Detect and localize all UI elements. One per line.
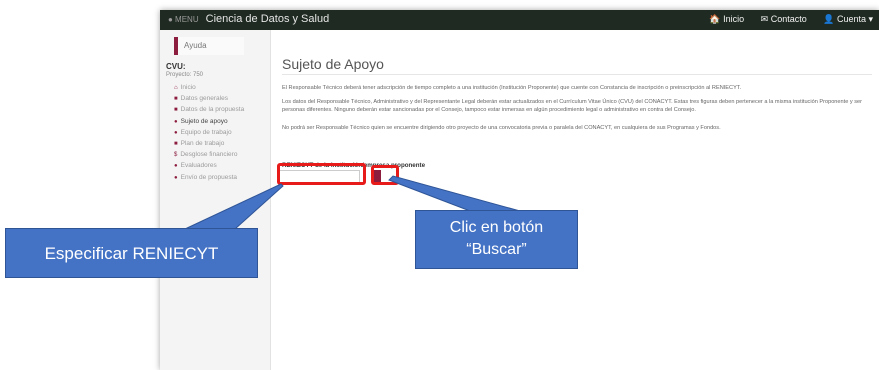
sidebar-item-inicio[interactable]: ⌂ Inicio xyxy=(174,82,268,93)
sidebar-item-equipo-trabajo[interactable]: ● Equipo de trabajo xyxy=(174,127,268,138)
paragraph-3: No podrá ser Responsable Técnico quien s… xyxy=(282,125,721,131)
money-icon: $ xyxy=(174,152,178,159)
sidebar-item-label: Datos de la propuesta xyxy=(180,106,245,114)
user-icon: ● xyxy=(174,118,178,125)
nav-link-cuenta[interactable]: 👤 Cuenta ▾ xyxy=(823,14,873,24)
sidebar-item-label: Equipo de trabajo xyxy=(180,128,232,136)
callout-click-search: Clic en botón “Buscar” xyxy=(415,210,578,269)
home-icon: ⌂ xyxy=(174,85,178,91)
screenshot-frame: ● MENU Ciencia de Datos y Salud 🏠 Inicio… xyxy=(160,10,879,370)
callout-specify-reniecyt: Especificar RENIECYT xyxy=(5,228,258,278)
sidebar-item-label: Inicio xyxy=(180,84,196,91)
sidebar-item-datos-generales[interactable]: ■ Datos generales xyxy=(174,93,268,104)
highlight-reniecyt-input xyxy=(277,163,366,185)
sidebar-item-label: Plan de trabajo xyxy=(180,139,225,147)
send-icon: ● xyxy=(174,174,178,181)
callout-line-2: “Buscar” xyxy=(466,241,527,258)
project-label: Proyecto: 750 xyxy=(166,72,204,78)
app-title: Ciencia de Datos y Salud xyxy=(205,13,330,25)
help-button[interactable]: Ayuda xyxy=(174,37,244,55)
sidebar-item-envio-propuesta[interactable]: ● Envío de propuesta xyxy=(174,172,268,183)
sidebar-item-label: Desglose financiero xyxy=(180,151,238,159)
nav-links: 🏠 Inicio ✉ Contacto 👤 Cuenta ▾ xyxy=(695,14,873,25)
sidebar-item-label: Evaluadores xyxy=(180,162,217,170)
main-content: Sujeto de Apoyo El Responsable Técnico d… xyxy=(278,30,874,370)
sidebar-item-plan-trabajo[interactable]: ■ Plan de trabajo xyxy=(174,138,268,149)
sidebar-item-label: Envío de propuesta xyxy=(180,173,237,181)
highlight-search-button xyxy=(371,165,399,185)
nav-link-contacto[interactable]: ✉ Contacto xyxy=(761,14,807,24)
brand-logo: ● MENU xyxy=(168,15,199,24)
paragraph-1: El Responsable Técnico deberá tener adsc… xyxy=(282,85,742,91)
sidebar: Ayuda CVU: Proyecto: 750 ⌂ Inicio ■ Datos … xyxy=(160,30,271,370)
nav-link-inicio[interactable]: 🏠 Inicio xyxy=(709,14,744,24)
paragraph-2: Los datos del Responsable Técnico, Admin… xyxy=(282,99,862,113)
document-icon: ■ xyxy=(174,107,178,114)
brand[interactable]: ● MENU Ciencia de Datos y Salud xyxy=(168,13,329,25)
sidebar-item-sujeto-apoyo[interactable]: ● Sujeto de apoyo xyxy=(174,116,268,127)
top-navbar: ● MENU Ciencia de Datos y Salud 🏠 Inicio… xyxy=(160,10,879,30)
calendar-icon: ■ xyxy=(174,140,178,147)
sidebar-item-label: Datos generales xyxy=(180,95,228,103)
cvu-label: CVU: xyxy=(166,62,186,71)
title-divider xyxy=(282,74,872,75)
sidebar-item-label: Sujeto de apoyo xyxy=(180,117,228,125)
evaluators-icon: ● xyxy=(174,163,178,170)
group-icon: ● xyxy=(174,129,178,136)
page-title: Sujeto de Apoyo xyxy=(282,56,384,72)
sidebar-item-datos-propuesta[interactable]: ■ Datos de la propuesta xyxy=(174,104,268,115)
sidebar-item-evaluadores[interactable]: ● Evaluadores xyxy=(174,160,268,171)
callout-line-1: Clic en botón xyxy=(449,219,544,236)
sidebar-menu: ⌂ Inicio ■ Datos generales ■ Datos de la pr… xyxy=(174,82,268,183)
sidebar-item-desglose-financiero[interactable]: $ Desglose financiero xyxy=(174,149,268,160)
document-icon: ■ xyxy=(174,96,178,103)
